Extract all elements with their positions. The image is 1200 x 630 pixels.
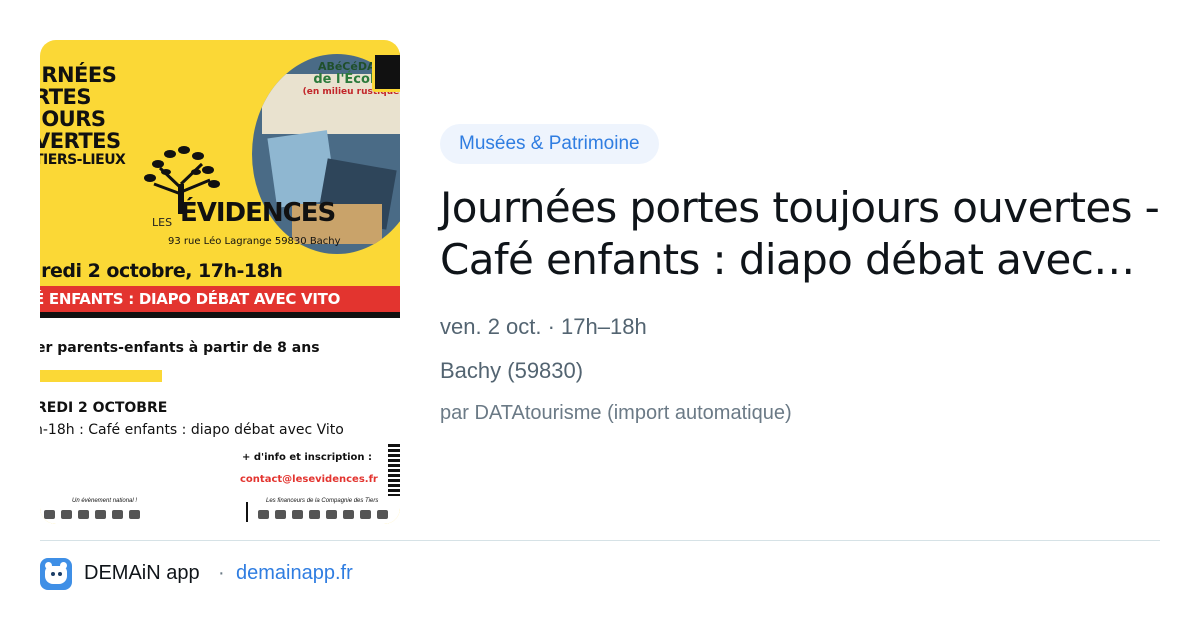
domain-link[interactable]: demainapp.fr (236, 562, 353, 585)
poster-audience: er parents-enfants à partir de 8 ans (40, 340, 320, 356)
event-datetime: ven. 2 oct. · 17h–18h (440, 314, 647, 339)
org-prefix: LES (152, 216, 173, 229)
poster-footer-right: Les financeurs de la Compagnie des Tiers (266, 498, 379, 504)
poster-title: JRNÉES RTES JOURS VERTES TIERS-LIEUX (40, 63, 126, 168)
qr-code-icon (388, 444, 400, 496)
poster-day-detail: h-18h : Café enfants : diapo débat avec … (40, 422, 344, 438)
poster-address: 93 rue Léo Lagrange 59830 Bachy (168, 236, 341, 247)
poster-red-banner: É ENFANTS : DIAPO DÉBAT AVEC VITO (40, 286, 400, 312)
footer-separator: · (218, 562, 225, 584)
poster-info-label: + d'info et inscription : (242, 452, 372, 463)
event-poster-image[interactable]: ABéCéDAIR de l'Écolog (en milieu rustiqu… (40, 40, 400, 524)
poster-contact: contact@lesevidences.fr (240, 474, 378, 485)
poster-day-heading: REDI 2 OCTOBRE (40, 400, 168, 416)
app-logo-icon[interactable] (40, 558, 72, 590)
app-name[interactable]: DEMAiN app (84, 562, 200, 585)
footer-divider (40, 540, 1160, 541)
event-location: Bachy (59830) (440, 358, 584, 383)
speech-bubble-icon (372, 52, 400, 92)
partner-logos-left (44, 510, 140, 520)
poster-stripe (40, 370, 162, 382)
org-name: ÉVIDENCES (180, 198, 336, 228)
poster-footer-divider (246, 502, 248, 522)
poster-footer-left: Un évènement national ! (72, 498, 138, 504)
partner-logos-right (258, 510, 388, 520)
category-badge[interactable]: Musées & Patrimoine (440, 124, 659, 164)
poster-date: dredi 2 octobre, 17h-18h (40, 260, 283, 282)
event-source: par DATAtourisme (import automatique) (440, 402, 792, 424)
event-title[interactable]: Journées portes toujours ouvertes - Café… (440, 182, 1170, 286)
